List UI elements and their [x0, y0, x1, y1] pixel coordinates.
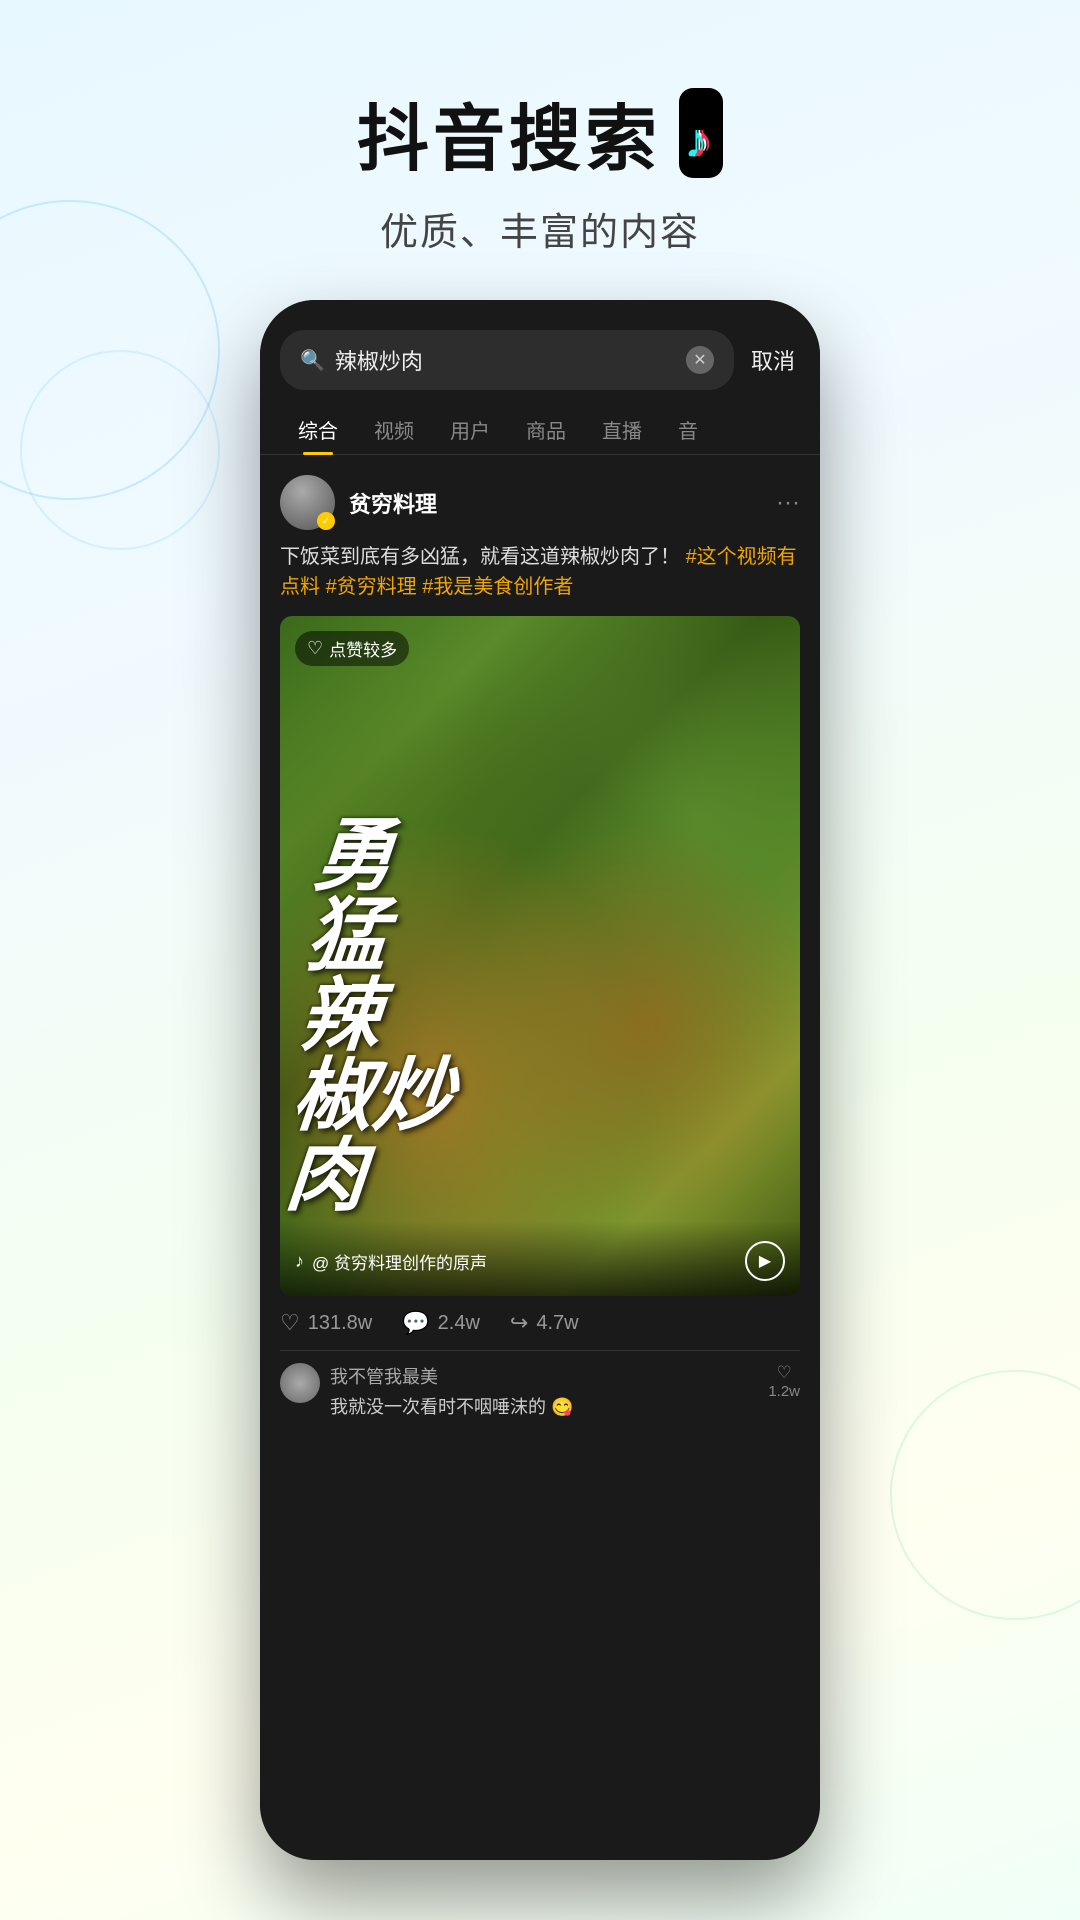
tab-综合[interactable]: 综合	[280, 405, 356, 454]
clear-search-icon[interactable]: ✕	[686, 346, 714, 374]
cancel-button[interactable]: 取消	[746, 344, 800, 376]
tiktok-logo-badge: ♪	[679, 88, 723, 178]
play-button[interactable]: ▶	[745, 1241, 785, 1281]
audio-text: @ 贫穷料理创作的原声	[312, 1249, 487, 1274]
app-title: 抖音搜索	[357, 80, 661, 185]
more-options-icon[interactable]: ···	[776, 489, 800, 517]
user-avatar-container: ✓	[280, 475, 335, 530]
likes-badge-text: 点赞较多	[329, 636, 397, 661]
search-icon: 🔍	[300, 348, 325, 373]
comments-icon: 💬	[402, 1310, 429, 1336]
comments-stat[interactable]: 💬 2.4w	[402, 1310, 480, 1336]
heart-icon: ♡	[307, 638, 323, 659]
audio-info: ♪ @ 贫穷料理创作的原声	[295, 1249, 487, 1274]
likes-stat[interactable]: ♡ 131.8w	[280, 1310, 372, 1336]
stats-row: ♡ 131.8w 💬 2.4w ↪ 4.7w	[280, 1296, 800, 1350]
hashtag-3[interactable]: #我是美食创作者	[422, 576, 573, 598]
comments-count: 2.4w	[438, 1312, 480, 1335]
commenter-name: 我不管我最美	[330, 1363, 758, 1389]
tab-直播[interactable]: 直播	[584, 405, 660, 454]
tab-音[interactable]: 音	[660, 405, 716, 454]
video-bottom-bar: ♪ @ 贫穷料理创作的原声 ▶	[280, 1221, 800, 1296]
phone-body: 🔍 辣椒炒肉 ✕ 取消 综合 视频 用户 商品	[260, 300, 820, 1860]
likes-count: 131.8w	[308, 1312, 373, 1335]
shares-count: 4.7w	[536, 1312, 578, 1335]
comment-likes-count: 1.2w	[768, 1383, 800, 1400]
comment-section: 我不管我最美 我就没一次看时不咽唾沫的 😋 ♡ 1.2w	[280, 1350, 800, 1419]
post-description: 下饭菜到底有多凶猛，就看这道辣椒炒肉了！ #这个视频有点料 #贫穷料理 #我是美…	[280, 542, 800, 602]
phone-mockup: 🔍 辣椒炒肉 ✕ 取消 综合 视频 用户 商品	[260, 300, 820, 1860]
bg-decoration-circle2	[20, 350, 220, 550]
main-title-container: 抖音搜索 ♪	[0, 80, 1080, 185]
content-area: ✓ 贫穷料理 ··· 下饭菜到底有多凶猛，就看这道辣椒炒肉了！ #这个视频有点料…	[260, 455, 820, 1447]
bg-decoration-circle3	[890, 1370, 1080, 1620]
video-thumbnail[interactable]: ♡ 点赞较多 勇猛辣椒炒肉 ♪ @ 贫穷料理创作的原声 ▶	[280, 616, 800, 1296]
search-input-box[interactable]: 🔍 辣椒炒肉 ✕	[280, 330, 734, 390]
likes-badge: ♡ 点赞较多	[295, 631, 409, 666]
search-query-text: 辣椒炒肉	[335, 344, 676, 376]
tab-视频[interactable]: 视频	[356, 405, 432, 454]
search-bar-area: 🔍 辣椒炒肉 ✕ 取消	[260, 300, 820, 390]
user-card: ✓ 贫穷料理 ···	[280, 475, 800, 530]
app-subtitle: 优质、丰富的内容	[0, 201, 1080, 256]
comment-item: 我不管我最美 我就没一次看时不咽唾沫的 😋 ♡ 1.2w	[280, 1363, 800, 1419]
phone-screen: 🔍 辣椒炒肉 ✕ 取消 综合 视频 用户 商品	[260, 300, 820, 1860]
verified-badge: ✓	[317, 512, 335, 530]
comment-heart-icon: ♡	[777, 1363, 792, 1383]
username: 贫穷料理	[349, 487, 437, 519]
tab-用户[interactable]: 用户	[432, 405, 508, 454]
hashtag-2[interactable]: #贫穷料理	[326, 576, 417, 598]
header-section: 抖音搜索 ♪ 优质、丰富的内容	[0, 0, 1080, 296]
tiktok-logo-icon: ♪	[687, 114, 715, 169]
comment-likes: ♡ 1.2w	[768, 1363, 800, 1400]
comment-content: 我不管我最美 我就没一次看时不咽唾沫的 😋	[330, 1363, 758, 1419]
video-title-overlay: 勇猛辣椒炒肉	[283, 816, 798, 1216]
tab-商品[interactable]: 商品	[508, 405, 584, 454]
shares-icon: ↪	[510, 1310, 528, 1336]
comment-text: 我就没一次看时不咽唾沫的 😋	[330, 1393, 758, 1419]
commenter-avatar	[280, 1363, 320, 1403]
shares-stat[interactable]: ↪ 4.7w	[510, 1310, 579, 1336]
post-desc-text: 下饭菜到底有多凶猛，就看这道辣椒炒肉了！	[280, 546, 680, 568]
user-info: ✓ 贫穷料理	[280, 475, 437, 530]
likes-icon: ♡	[280, 1310, 300, 1336]
tiktok-small-icon: ♪	[295, 1251, 304, 1272]
tabs-bar: 综合 视频 用户 商品 直播 音	[260, 390, 820, 455]
